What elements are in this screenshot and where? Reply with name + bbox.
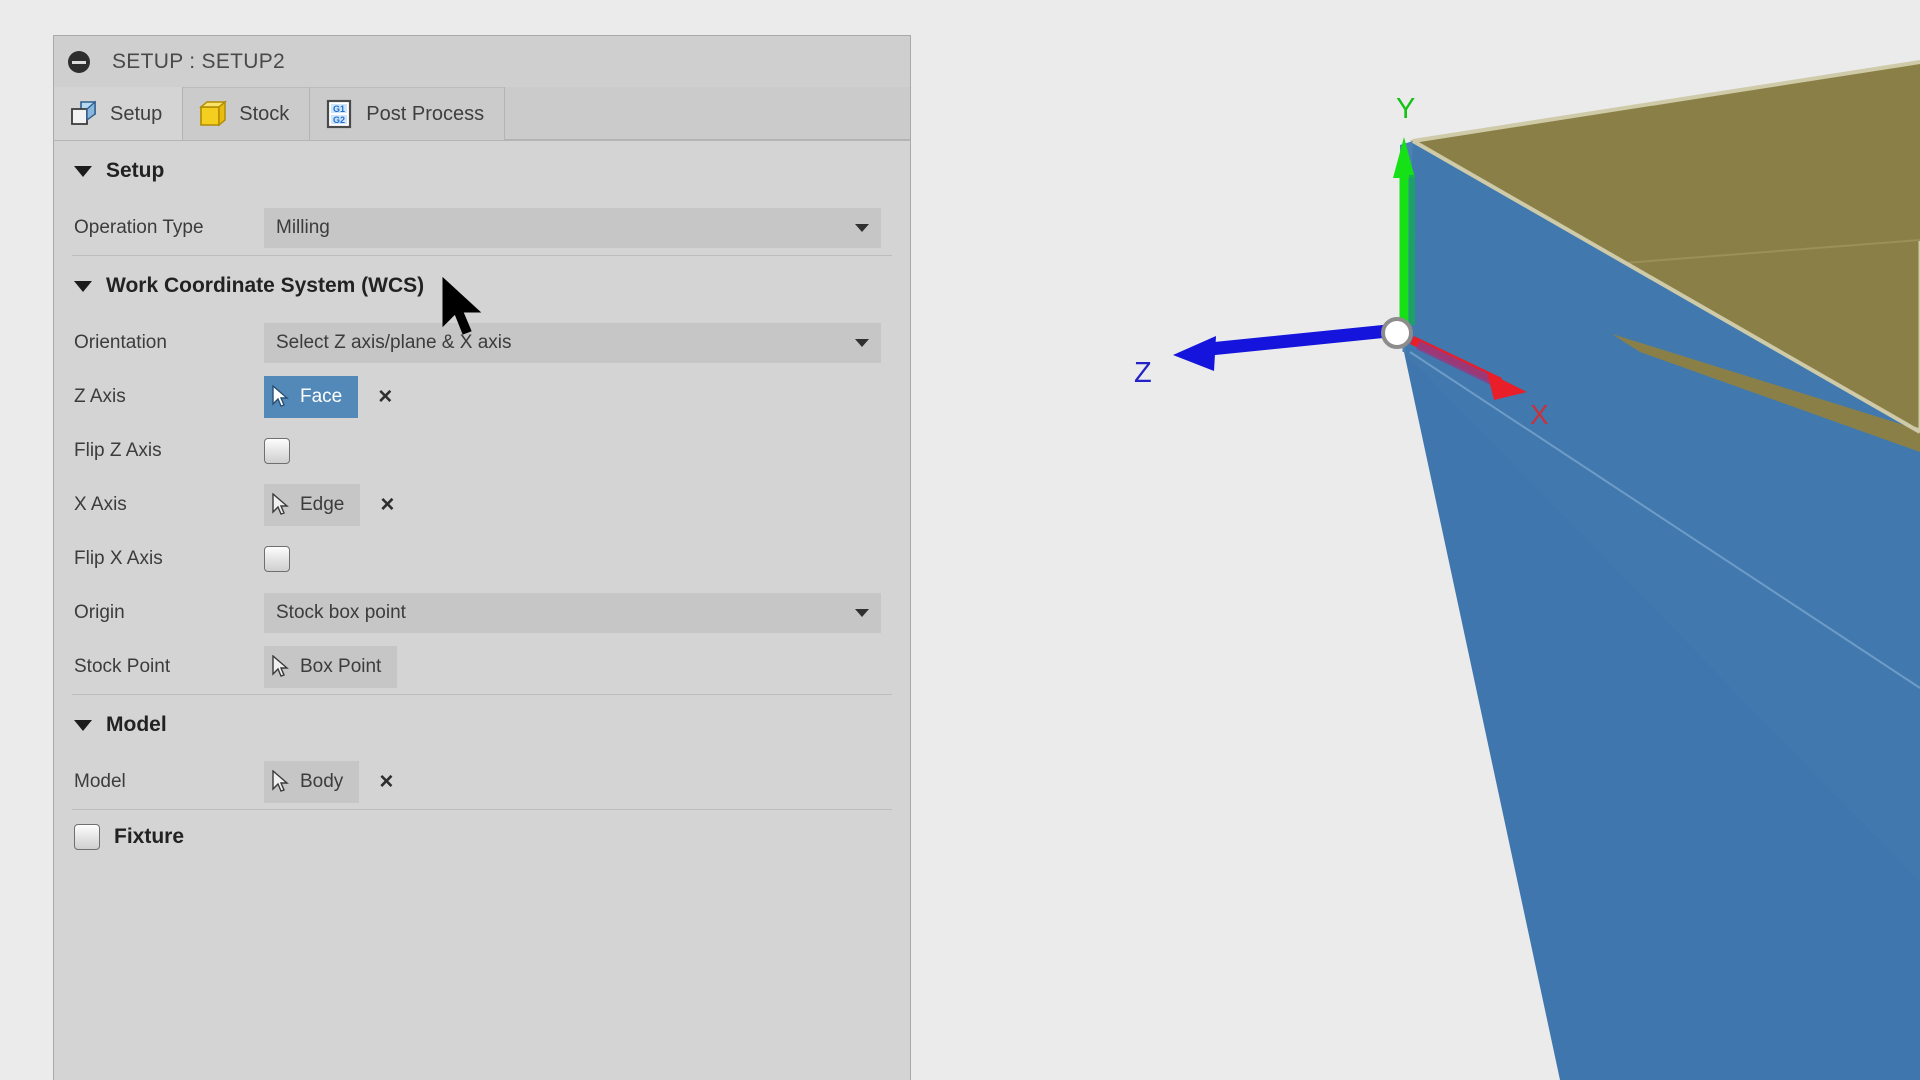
control-origin: Stock box point [264,593,910,633]
tab-setup[interactable]: Setup [54,87,183,140]
tab-stock-label: Stock [239,104,289,124]
label-z-axis: Z Axis [74,386,264,408]
svg-text:G1: G1 [333,104,345,114]
pick-button-stock-point-label: Box Point [300,656,381,678]
setup-dialog-panel: SETUP : SETUP2 Setup [53,35,911,1080]
tab-strip-filler [505,87,910,140]
row-model: Model Body × [54,755,910,809]
label-flip-z-axis: Flip Z Axis [74,440,264,462]
control-orientation: Select Z axis/plane & X axis [264,323,910,363]
panel-body: Setup Operation Type Milling Work Coordi… [54,141,910,864]
checkbox-flip-x-axis[interactable] [264,546,290,572]
section-header-fixture[interactable]: Fixture [54,810,910,864]
clear-model-button[interactable]: × [379,770,393,794]
section-title-model: Model [106,713,167,737]
svg-text:G2: G2 [333,115,345,125]
checkbox-flip-z-axis[interactable] [264,438,290,464]
row-x-axis: X Axis Edge × [54,478,910,532]
label-model: Model [74,771,264,793]
label-flip-x-axis: Flip X Axis [74,548,264,570]
chevron-down-icon [855,224,869,232]
setup-faces-icon [68,99,98,129]
triangle-down-icon [74,166,92,177]
g1g2-code-icon: G1 G2 [324,99,354,129]
label-stock-point: Stock Point [74,656,264,678]
chevron-down-icon [855,339,869,347]
pick-button-x-axis-label: Edge [300,494,344,516]
pick-button-x-axis[interactable]: Edge [264,484,360,526]
chevron-down-icon [855,609,869,617]
tab-setup-label: Setup [110,104,162,124]
label-x-axis: X Axis [74,494,264,516]
control-stock-point: Box Point [264,646,910,688]
yellow-box-icon [197,99,227,129]
triangle-down-icon [74,720,92,731]
triangle-down-icon [74,281,92,292]
section-header-model[interactable]: Model [54,695,910,755]
section-title-setup: Setup [106,159,164,183]
dropdown-orientation[interactable]: Select Z axis/plane & X axis [264,323,881,363]
dropdown-origin-value: Stock box point [276,602,406,624]
control-x-axis: Edge × [264,484,910,526]
tab-strip: Setup Stock [54,88,910,141]
row-operation-type: Operation Type Milling [54,201,910,255]
tab-post-process[interactable]: G1 G2 Post Process [310,87,505,140]
row-stock-point: Stock Point Box Point [54,640,910,694]
row-z-axis: Z Axis Face × [54,370,910,424]
label-orientation: Orientation [74,332,264,354]
row-orientation: Orientation Select Z axis/plane & X axis [54,316,910,370]
z-axis-arrowhead [1173,336,1216,371]
pick-button-stock-point[interactable]: Box Point [264,646,397,688]
pick-button-model[interactable]: Body [264,761,359,803]
z-axis-label: Z [1134,357,1152,389]
section-header-setup[interactable]: Setup [54,141,910,201]
dropdown-operation-type-value: Milling [276,217,330,239]
dropdown-orientation-value: Select Z axis/plane & X axis [276,332,512,354]
tab-stock[interactable]: Stock [183,87,310,140]
wcs-origin-circle[interactable] [1383,319,1411,347]
dropdown-operation-type[interactable]: Milling [264,208,881,248]
control-model: Body × [264,761,910,803]
section-title-wcs: Work Coordinate System (WCS) [106,274,424,298]
control-flip-x-axis [264,546,910,572]
pick-button-z-axis[interactable]: Face [264,376,358,418]
section-title-fixture: Fixture [114,825,184,849]
panel-title: SETUP : SETUP2 [112,50,285,74]
control-flip-z-axis [264,438,910,464]
checkbox-fixture[interactable] [74,824,100,850]
y-axis-label: Y [1396,93,1415,125]
select-cursor-icon [270,385,292,409]
control-operation-type: Milling [264,208,910,248]
application-window: Y Z X SETUP : SETUP2 [0,0,1920,1080]
select-cursor-icon [270,493,292,517]
row-flip-z-axis: Flip Z Axis [54,424,910,478]
panel-titlebar: SETUP : SETUP2 [54,36,910,88]
dropdown-origin[interactable]: Stock box point [264,593,881,633]
row-origin: Origin Stock box point [54,586,910,640]
minus-circle-icon[interactable] [68,51,90,73]
row-flip-x-axis: Flip X Axis [54,532,910,586]
control-z-axis: Face × [264,376,910,418]
label-operation-type: Operation Type [74,217,264,239]
x-axis-label: X [1530,399,1549,430]
tab-post-process-label: Post Process [366,104,484,124]
label-origin: Origin [74,602,264,624]
select-cursor-icon [270,770,292,794]
section-header-wcs[interactable]: Work Coordinate System (WCS) [54,256,910,316]
select-cursor-icon [270,655,292,679]
clear-x-axis-button[interactable]: × [380,493,394,517]
pick-button-model-label: Body [300,771,343,793]
pick-button-z-axis-label: Face [300,386,342,408]
clear-z-axis-button[interactable]: × [378,385,392,409]
z-axis-shaft [1200,330,1398,350]
